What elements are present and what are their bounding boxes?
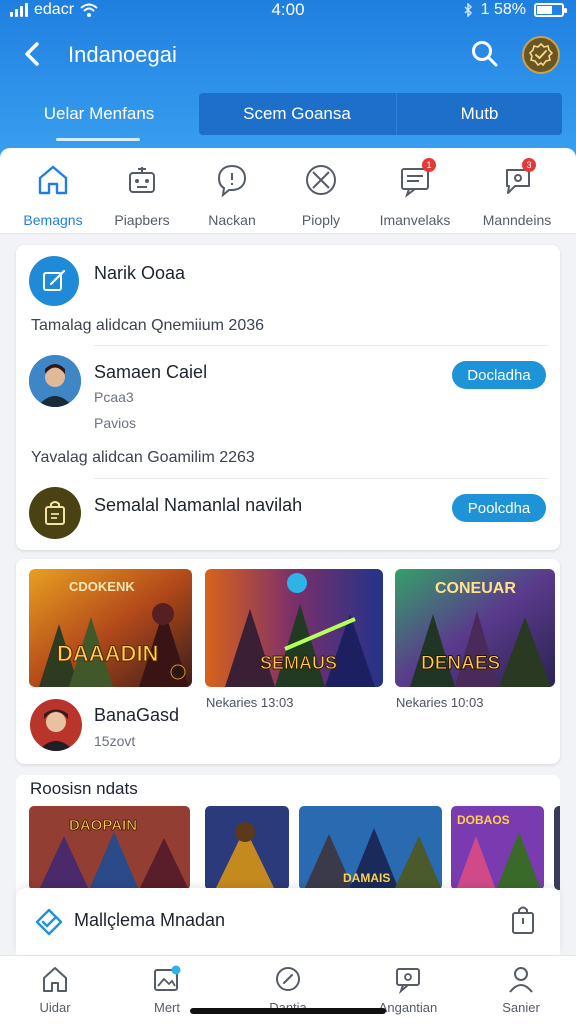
game-caption: Nekaries 13:03 (206, 695, 294, 710)
download-button[interactable]: Poolcdha (452, 494, 546, 522)
edit-icon[interactable] (29, 256, 79, 306)
category-label: Piapbers (114, 212, 170, 228)
robot-icon (129, 167, 155, 193)
notification-badge: 1 (422, 158, 436, 172)
game-art-title: SEMAUS (260, 653, 337, 673)
badge-check-icon (528, 42, 554, 67)
home-icon (43, 967, 67, 992)
category-label: Manndeins (482, 212, 552, 228)
app-header: edacr 4:00 1 58% Indanoegai Uelar Menfan… (0, 0, 576, 160)
search-button[interactable] (470, 39, 500, 69)
bottom-nav-label: Sanier (502, 1000, 540, 1015)
category-item-6[interactable]: 3 Manndeins (472, 158, 562, 228)
game-art-title: DAAADIN (57, 641, 158, 666)
home-indicator (190, 1008, 386, 1014)
entry-meta: Pcaa3 (94, 389, 134, 405)
divider (94, 478, 548, 479)
recommended-thumbnail-4[interactable]: DOBAOS (451, 806, 544, 890)
category-label: Nackan (208, 212, 256, 228)
recommended-thumbnail-5[interactable] (554, 806, 560, 890)
message-icon (396, 968, 420, 994)
category-label: Pioply (301, 212, 341, 228)
info-card: Narik Ooaa Tamalag alidcan Qnemiium 2036… (16, 245, 560, 550)
back-button[interactable] (18, 38, 48, 70)
bottom-nav-item-1[interactable]: Uidar (10, 964, 100, 1015)
bottom-nav-label: Uidar (39, 1000, 71, 1015)
section-heading: Tamalag alidcan Qnemiium 2036 (31, 317, 265, 334)
avatar[interactable] (30, 699, 82, 751)
entry-name: Samaen Caiel (94, 362, 208, 382)
game-art-title: DOBAOS (457, 813, 510, 827)
home-icon (38, 165, 68, 195)
recommended-thumbnail-3[interactable]: DAMAIS (299, 806, 442, 890)
user-icon (509, 967, 533, 993)
category-label: Bemagns (23, 212, 83, 228)
nav-bar: Indanoegai (0, 34, 576, 74)
game-art-title: DAMAIS (343, 871, 390, 885)
chat-bubble-icon (217, 164, 247, 198)
game-art-title: CDOKENK (69, 579, 135, 594)
entry-meta: Pavios (94, 415, 137, 431)
profile-button[interactable] (522, 36, 560, 74)
bluetooth-icon (464, 3, 472, 17)
user-name: BanaGasd (94, 705, 180, 725)
category-item-2[interactable]: Piapbers (97, 162, 187, 228)
category-item-1[interactable]: Bemagns (8, 162, 98, 228)
shopping-bag-icon[interactable] (510, 904, 536, 936)
battery-label: 1 58% (480, 1, 526, 18)
bottom-nav-item-5[interactable]: Sanier (476, 964, 566, 1015)
game-thumbnail-2[interactable]: SEMAUS (205, 569, 383, 687)
recommended-thumbnail-1[interactable]: DAOPAIN (29, 806, 190, 890)
tab-segment-3[interactable]: Mutb (396, 93, 562, 135)
download-button[interactable]: Docladha (452, 361, 546, 389)
category-item-4[interactable]: Pioply (276, 162, 366, 228)
games-card: CDOKENK DAAADIN SEMAUS CONEUAR DENAES Ne… (16, 559, 560, 764)
category-item-3[interactable]: Nackan (187, 162, 277, 228)
status-bar: edacr 4:00 1 58% (0, 0, 576, 22)
card-title: Narik Ooaa (94, 263, 186, 283)
game-thumbnail-1[interactable]: CDOKENK DAAADIN (29, 569, 192, 687)
user-meta: 15zovt (94, 733, 136, 749)
battery-icon (534, 3, 567, 17)
tab-segment-2[interactable]: Scem Goansa (199, 93, 395, 135)
category-item-5[interactable]: 1 Imanvelaks (370, 158, 460, 228)
notification-badge: 3 (522, 158, 536, 172)
bag-avatar[interactable] (29, 487, 81, 539)
banner-text: Mallçlema Mnadan (74, 910, 226, 930)
divider (94, 345, 548, 346)
section-heading: Yavalag alidcan Goamilim 2263 (31, 449, 255, 466)
section-title: Roosisn ndats (30, 779, 138, 798)
game-caption: Nekaries 10:03 (396, 695, 484, 710)
tab-segment-1[interactable]: Uelar Menfans (0, 93, 198, 141)
shopping-bag-icon (45, 501, 65, 525)
chevron-left-icon (25, 42, 39, 66)
entry-name: Semalal Namanlal navilah (94, 495, 303, 515)
page-title: Indanoegai (68, 42, 177, 67)
diamond-check-icon (35, 908, 63, 936)
game-art-title: CONEUAR (435, 580, 516, 597)
photo-icon (154, 965, 181, 991)
compass-icon (276, 967, 300, 991)
category-label: Imanvelaks (379, 212, 451, 228)
game-art-title: DENAES (421, 653, 500, 674)
swords-icon (306, 165, 336, 195)
game-art-title: DAOPAIN (69, 817, 137, 834)
category-strip: Bemagns Piapbers Nackan Pioply 1 Imanvel… (0, 148, 576, 234)
recommended-thumbnail-2[interactable] (205, 806, 289, 890)
game-thumbnail-3[interactable]: CONEUAR DENAES (395, 569, 555, 687)
avatar[interactable] (29, 355, 81, 407)
search-icon (472, 41, 498, 67)
segment-control: Uelar Menfans Scem Goansa Mutb (0, 93, 576, 141)
promo-banner[interactable]: Mallçlema Mnadan (16, 888, 560, 954)
